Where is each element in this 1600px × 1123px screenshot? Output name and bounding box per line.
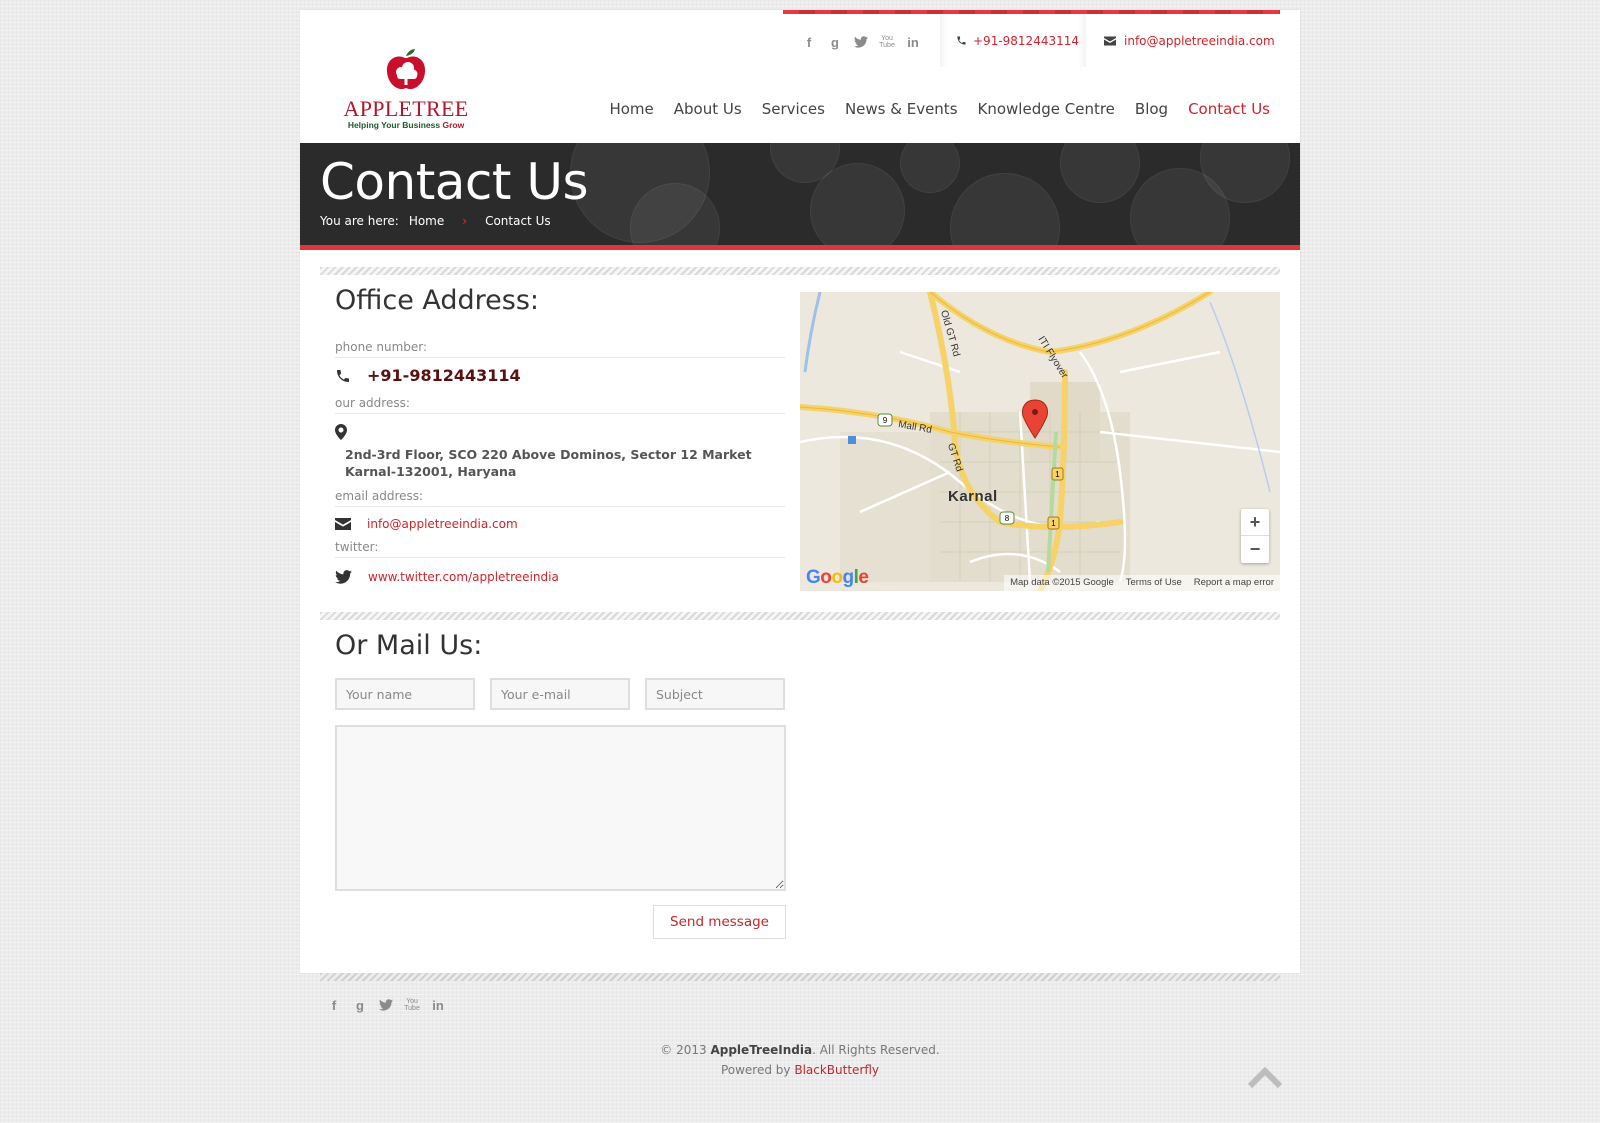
logo-tagline: Helping Your Business Grow bbox=[342, 120, 470, 130]
page-banner: Contact Us You are here: Home › Contact … bbox=[300, 143, 1300, 250]
logo-tagline-text: Helping Your Business bbox=[347, 120, 441, 130]
twitter-icon[interactable] bbox=[378, 995, 394, 1015]
section-divider bbox=[320, 612, 1280, 620]
email-input[interactable] bbox=[490, 678, 630, 710]
twitter-icon[interactable] bbox=[853, 32, 869, 52]
nav-item-services[interactable]: Services bbox=[762, 100, 825, 118]
copyright: © 2013 AppleTreeIndia. All Rights Reserv… bbox=[0, 1040, 1600, 1080]
map-shield-1-south: 1 bbox=[1051, 519, 1056, 528]
mail-us-heading: Or Mail Us: bbox=[335, 630, 483, 661]
nav-item-blog[interactable]: Blog bbox=[1135, 100, 1168, 118]
facebook-icon[interactable]: f bbox=[801, 32, 817, 52]
banner-bubble bbox=[950, 173, 1060, 245]
twitter-row: www.twitter.com/appletreeindia bbox=[335, 570, 559, 584]
google-plus-icon[interactable]: g bbox=[827, 32, 843, 52]
office-address: 2nd-3rd Floor, SCO 220 Above Dominos, Se… bbox=[345, 447, 752, 479]
map-shield-1-north: 1 bbox=[1055, 470, 1060, 479]
main-navigation: Home About Us Services News & Events Knowled… bbox=[609, 100, 1270, 118]
linkedin-icon[interactable]: in bbox=[905, 32, 921, 52]
google-map[interactable]: 9 8 1 1 Old GT Rd ITI Flyover Mall Rd GT… bbox=[800, 292, 1280, 591]
logo-tagline-accent: Grow bbox=[442, 120, 465, 130]
breadcrumb-separator-icon: › bbox=[462, 214, 468, 228]
logo-word-apple: APPLE bbox=[343, 96, 413, 121]
banner-bubble bbox=[900, 143, 960, 193]
map-marker-icon bbox=[335, 424, 347, 440]
phone-row: +91-9812443114 bbox=[335, 366, 521, 385]
top-bar: f g You Tube in +91-9812443114 info@apple… bbox=[783, 10, 1280, 67]
breadcrumb-home-link[interactable]: Home bbox=[409, 214, 444, 228]
linkedin-icon[interactable]: in bbox=[430, 995, 446, 1015]
office-phone[interactable]: +91-9812443114 bbox=[367, 366, 521, 385]
twitter-icon bbox=[335, 570, 352, 584]
breadcrumb-prefix: You are here: bbox=[320, 214, 399, 228]
map-shield-9: 9 bbox=[883, 416, 888, 425]
youtube-icon[interactable]: You Tube bbox=[879, 32, 895, 52]
section-divider bbox=[320, 267, 1280, 275]
address-row bbox=[335, 424, 347, 440]
youtube-icon[interactable]: You Tube bbox=[404, 995, 420, 1015]
logo-wordmark: APPLETREE bbox=[342, 96, 470, 122]
send-message-button[interactable]: Send message bbox=[653, 905, 786, 939]
facebook-icon[interactable]: f bbox=[326, 995, 342, 1015]
copyright-brand: AppleTreeIndia bbox=[710, 1043, 813, 1057]
office-email-link[interactable]: info@appletreeindia.com bbox=[367, 517, 518, 531]
twitter-label: twitter: bbox=[335, 540, 785, 558]
powered-prefix: Powered by bbox=[720, 1063, 791, 1077]
logo-word-tree: TREE bbox=[412, 96, 469, 121]
email-row: info@appletreeindia.com bbox=[335, 517, 518, 531]
office-twitter-link[interactable]: www.twitter.com/appletreeindia bbox=[368, 570, 559, 584]
map-attribution: Map data ©2015 Google bbox=[1010, 577, 1114, 588]
banner-bubble bbox=[810, 163, 905, 245]
site-logo[interactable]: APPLETREE Helping Your Business Grow bbox=[342, 48, 470, 130]
office-address-heading: Office Address: bbox=[335, 285, 540, 316]
social-links-top: f g You Tube in bbox=[801, 32, 921, 52]
map-footer: Map data ©2015 Google Terms of Use Repor… bbox=[1004, 575, 1280, 591]
nav-item-knowledge-centre[interactable]: Knowledge Centre bbox=[978, 100, 1115, 118]
copyright-prefix: © 2013 bbox=[660, 1043, 707, 1057]
breadcrumb: You are here: Home › Contact Us bbox=[320, 214, 551, 228]
nav-item-home[interactable]: Home bbox=[609, 100, 653, 118]
phone-label: phone number: bbox=[335, 340, 785, 358]
copyright-line: © 2013 AppleTreeIndia. All Rights Reserv… bbox=[0, 1040, 1600, 1060]
google-logo[interactable]: Google bbox=[806, 567, 869, 589]
nav-item-news-events[interactable]: News & Events bbox=[845, 100, 958, 118]
top-email[interactable]: info@appletreeindia.com bbox=[1086, 14, 1280, 67]
phone-icon bbox=[957, 36, 966, 45]
powered-by-link[interactable]: BlackButterfly bbox=[794, 1063, 879, 1077]
envelope-icon bbox=[1104, 36, 1116, 45]
nav-item-about-us[interactable]: About Us bbox=[674, 100, 742, 118]
page-title: Contact Us bbox=[320, 153, 589, 211]
subject-input[interactable] bbox=[645, 678, 785, 710]
google-plus-icon[interactable]: g bbox=[352, 995, 368, 1015]
zoom-in-button[interactable]: + bbox=[1241, 509, 1269, 536]
phone-icon bbox=[337, 369, 349, 382]
apple-tree-logo-icon bbox=[386, 49, 426, 90]
message-textarea[interactable] bbox=[335, 725, 786, 891]
page-container: f g You Tube in +91-9812443114 info@apple… bbox=[300, 10, 1300, 973]
map-shield-8: 8 bbox=[1005, 514, 1010, 523]
map-city-label: Karnal bbox=[948, 488, 998, 505]
map-zoom-control: + − bbox=[1241, 509, 1269, 563]
zoom-out-button[interactable]: − bbox=[1241, 536, 1269, 563]
breadcrumb-current: Contact Us bbox=[485, 214, 551, 228]
banner-bubble bbox=[1060, 143, 1140, 203]
footer-divider bbox=[320, 973, 1280, 981]
email-label: email address: bbox=[335, 489, 785, 507]
back-to-top-icon[interactable] bbox=[1247, 1066, 1283, 1092]
top-phone-text: +91-9812443114 bbox=[973, 33, 1080, 48]
map-terms-link[interactable]: Terms of Use bbox=[1120, 575, 1188, 591]
nav-item-contact-us[interactable]: Contact Us bbox=[1188, 100, 1270, 118]
copyright-suffix: . All Rights Reserved. bbox=[812, 1043, 940, 1057]
address-label: our address: bbox=[335, 396, 785, 414]
social-links-footer: f g You Tube in bbox=[326, 995, 446, 1015]
top-email-text: info@appletreeindia.com bbox=[1124, 33, 1275, 48]
name-input[interactable] bbox=[335, 678, 475, 710]
map-report-link[interactable]: Report a map error bbox=[1188, 575, 1280, 591]
top-phone[interactable]: +91-9812443114 bbox=[940, 14, 1086, 67]
powered-by-line: Powered by BlackButterfly bbox=[0, 1060, 1600, 1080]
envelope-icon bbox=[335, 518, 351, 530]
